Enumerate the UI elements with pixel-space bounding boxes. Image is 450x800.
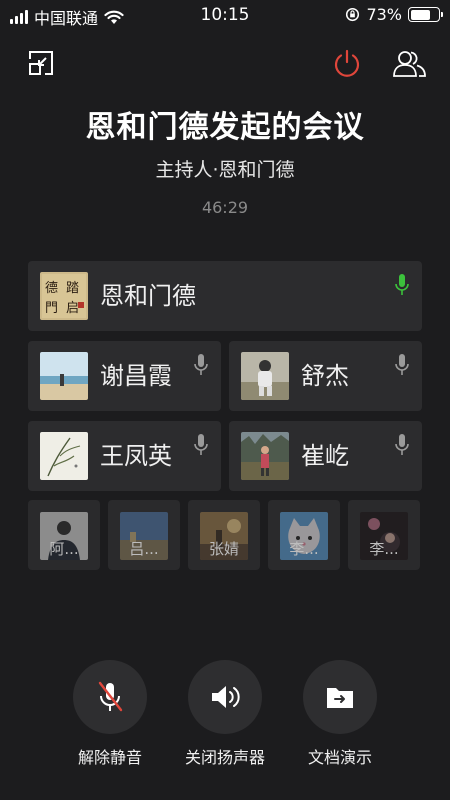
- power-icon[interactable]: [329, 45, 365, 81]
- baseball-avatar: [241, 352, 289, 400]
- svg-text:踏: 踏: [66, 281, 79, 296]
- host-line: 主持人·恩和门德: [155, 159, 295, 181]
- status-bar: 中国联通 10:15 73%: [0, 0, 450, 30]
- meeting-title: 恩和门德发起的会议: [85, 110, 365, 145]
- battery-icon: [408, 7, 443, 22]
- ink-painting-avatar: [40, 432, 88, 480]
- participant-tile[interactable]: 崔屹: [229, 421, 422, 491]
- svg-text:德: 德: [45, 281, 58, 296]
- mic-icon: [395, 434, 409, 455]
- meeting-timer: 46:29: [201, 198, 249, 217]
- mic-icon: [194, 434, 208, 455]
- unmute-button[interactable]: [73, 660, 147, 734]
- participant-tile[interactable]: 王凤英: [28, 421, 221, 491]
- participant-tile[interactable]: 舒杰: [229, 341, 422, 411]
- speaker-control: 关闭扬声器: [165, 660, 285, 768]
- doc-share-control: 文档演示: [280, 660, 400, 768]
- minimize-window-icon[interactable]: [23, 45, 59, 81]
- participant-name: 谢昌霞: [100, 362, 172, 390]
- speaker-icon: [212, 686, 240, 708]
- orientation-lock-icon: [346, 7, 360, 22]
- participant-thumb[interactable]: 阿...: [28, 500, 100, 570]
- participant-thumb[interactable]: 张婧: [188, 500, 260, 570]
- mic-icon: [395, 354, 409, 375]
- participant-thumb[interactable]: 李...: [268, 500, 340, 570]
- calligraphy-avatar: 德 踏 門 启: [40, 272, 88, 320]
- participant-name: 舒杰: [301, 362, 349, 390]
- status-right: 73%: [345, 5, 443, 24]
- participant-thumb-name: 李...: [289, 540, 319, 558]
- unmute-label: 解除静音: [77, 748, 142, 767]
- svg-text:启: 启: [66, 301, 79, 316]
- unmute-control: 解除静音: [50, 660, 170, 768]
- mic-muted-icon: [98, 681, 123, 712]
- svg-text:門: 門: [45, 301, 58, 316]
- speaker-off-button[interactable]: [188, 660, 262, 734]
- folder-share-icon: [327, 688, 353, 708]
- beach-avatar: [40, 352, 88, 400]
- speaker-off-label: 关闭扬声器: [184, 748, 265, 767]
- doc-share-label: 文档演示: [307, 748, 372, 767]
- participant-tile-host[interactable]: 德 踏 門 启 恩和门德: [28, 261, 422, 331]
- participant-name: 崔屹: [301, 442, 349, 470]
- mic-active-icon: [395, 274, 409, 295]
- top-bar: [0, 45, 450, 85]
- battery-percent: 73%: [366, 5, 402, 24]
- outdoor-person-avatar: [241, 432, 289, 480]
- doc-share-button[interactable]: [303, 660, 377, 734]
- participant-name: 王凤英: [100, 442, 172, 470]
- participant-thumb-name: 张婧: [208, 540, 239, 558]
- participant-tile[interactable]: 谢昌霞: [28, 341, 221, 411]
- participants-icon[interactable]: [392, 45, 428, 81]
- participant-name: 恩和门德: [100, 282, 196, 310]
- mic-icon: [194, 354, 208, 375]
- participant-thumb-name: 李...: [369, 540, 399, 558]
- participant-thumb[interactable]: 李...: [348, 500, 420, 570]
- participant-thumb-name: 阿...: [49, 540, 79, 558]
- participant-thumb-name: 吕...: [129, 540, 159, 558]
- participant-thumb[interactable]: 吕...: [108, 500, 180, 570]
